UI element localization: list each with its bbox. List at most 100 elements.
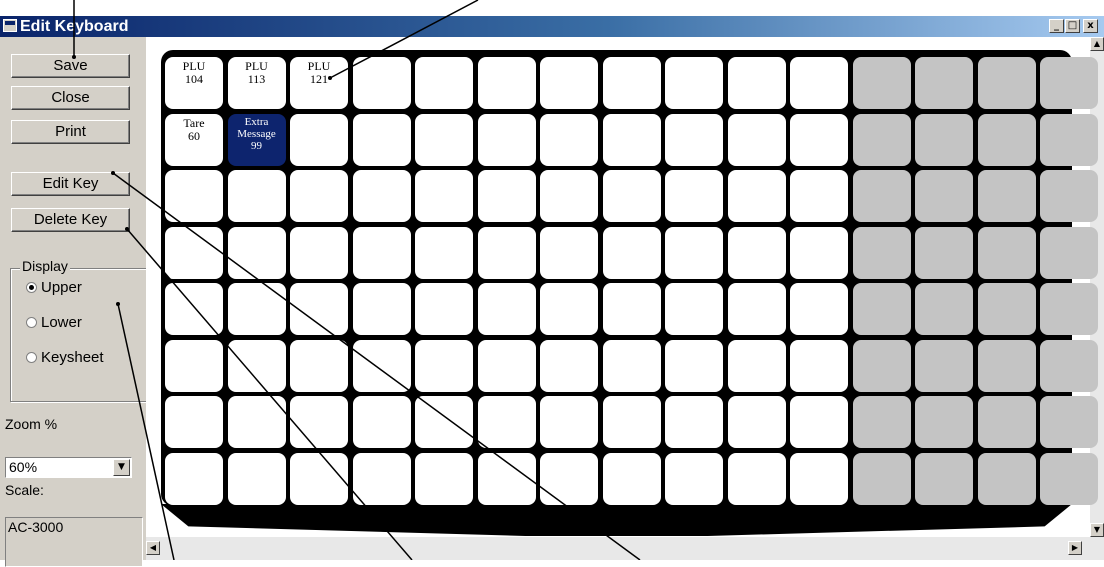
keyboard-key[interactable] — [977, 339, 1036, 392]
zoom-select[interactable]: 60% ▼ — [5, 457, 132, 478]
keyboard-key[interactable] — [665, 226, 723, 279]
keyboard-key[interactable] — [227, 283, 286, 335]
keyboard-key[interactable] — [227, 396, 286, 448]
keyboard-key[interactable] — [165, 396, 223, 448]
keyboard-key[interactable] — [602, 283, 661, 335]
radio-keysheet-indicator[interactable] — [26, 352, 37, 363]
radio-keysheet[interactable]: Keysheet — [26, 349, 104, 367]
keyboard-key[interactable] — [665, 452, 723, 505]
keyboard-key[interactable] — [602, 339, 661, 392]
keyboard-key[interactable] — [165, 339, 223, 392]
keyboard-key[interactable] — [790, 339, 848, 392]
keyboard-key[interactable] — [727, 113, 786, 166]
keyboard-key[interactable] — [852, 57, 911, 109]
delete-key-button[interactable]: Delete Key — [11, 208, 130, 232]
keyboard-key[interactable] — [665, 57, 723, 109]
scroll-left-icon[interactable]: ◀ — [146, 541, 160, 555]
keyboard-key[interactable] — [790, 396, 848, 448]
keyboard-key[interactable] — [1040, 452, 1098, 505]
keyboard-key[interactable] — [227, 339, 286, 392]
keyboard-key[interactable] — [415, 57, 473, 109]
keyboard-key[interactable] — [477, 170, 536, 222]
keyboard-key[interactable] — [1040, 113, 1098, 166]
keyboard-key[interactable] — [352, 226, 411, 279]
keyboard-key[interactable] — [727, 57, 786, 109]
keyboard-key[interactable] — [290, 452, 348, 505]
keyboard-key[interactable] — [915, 396, 973, 448]
close-window-button[interactable]: x — [1083, 19, 1098, 33]
keyboard-key[interactable]: PLU 104 — [165, 57, 223, 109]
keyboard-key[interactable] — [602, 170, 661, 222]
keyboard-key[interactable] — [540, 170, 598, 222]
keyboard-key[interactable] — [290, 113, 348, 166]
keyboard-key[interactable]: PLU 121 — [290, 57, 348, 109]
keyboard-key[interactable] — [352, 452, 411, 505]
keyboard-key[interactable] — [477, 57, 536, 109]
minimize-button[interactable]: _ — [1049, 19, 1064, 33]
keyboard-key[interactable] — [790, 57, 848, 109]
keyboard-key[interactable] — [665, 170, 723, 222]
keyboard-key[interactable] — [165, 283, 223, 335]
keyboard-key[interactable] — [790, 170, 848, 222]
keyboard-key[interactable] — [977, 283, 1036, 335]
keyboard-key[interactable] — [852, 170, 911, 222]
keyboard-key[interactable] — [1040, 339, 1098, 392]
keyboard-key[interactable] — [852, 226, 911, 279]
keyboard-key[interactable] — [227, 170, 286, 222]
keyboard-key[interactable] — [790, 452, 848, 505]
keyboard-key[interactable] — [852, 396, 911, 448]
keyboard-key[interactable] — [227, 452, 286, 505]
keyboard-key[interactable] — [727, 283, 786, 335]
keyboard-key[interactable] — [1040, 396, 1098, 448]
edit-key-button[interactable]: Edit Key — [11, 172, 130, 196]
keyboard-key[interactable] — [602, 226, 661, 279]
keyboard-key[interactable] — [290, 339, 348, 392]
keyboard-key[interactable] — [977, 452, 1036, 505]
keyboard-key[interactable] — [540, 57, 598, 109]
keyboard-key[interactable] — [1040, 57, 1098, 109]
scroll-up-icon[interactable]: ▲ — [1090, 37, 1104, 51]
keyboard-key[interactable] — [727, 226, 786, 279]
keyboard-key[interactable] — [1040, 283, 1098, 335]
keyboard-key[interactable] — [727, 396, 786, 448]
keyboard-key[interactable] — [915, 113, 973, 166]
keyboard-key[interactable] — [977, 113, 1036, 166]
keyboard-key[interactable]: Extra Message 99 — [227, 113, 286, 166]
keyboard-key[interactable] — [352, 396, 411, 448]
keyboard-key[interactable] — [352, 170, 411, 222]
print-button[interactable]: Print — [11, 120, 130, 144]
keyboard-key[interactable] — [1040, 170, 1098, 222]
keyboard-key[interactable] — [790, 113, 848, 166]
keyboard-key[interactable] — [415, 339, 473, 392]
keyboard-key[interactable] — [290, 283, 348, 335]
keyboard-key[interactable] — [290, 396, 348, 448]
title-bar[interactable]: Edit Keyboard _ □ x — [0, 16, 1104, 37]
keyboard-key[interactable] — [977, 170, 1036, 222]
radio-upper-indicator[interactable] — [26, 282, 37, 293]
keyboard-key[interactable] — [540, 283, 598, 335]
keyboard-key[interactable] — [540, 396, 598, 448]
keyboard-key[interactable] — [977, 396, 1036, 448]
keyboard-key[interactable] — [477, 396, 536, 448]
keyboard-key[interactable] — [852, 452, 911, 505]
maximize-button[interactable]: □ — [1065, 19, 1080, 33]
keyboard-key[interactable] — [477, 283, 536, 335]
keyboard-key[interactable] — [540, 113, 598, 166]
keyboard-key[interactable] — [977, 226, 1036, 279]
keyboard-key[interactable] — [790, 226, 848, 279]
save-button[interactable]: Save — [11, 54, 130, 78]
keyboard-key[interactable] — [540, 226, 598, 279]
keyboard-key[interactable] — [665, 113, 723, 166]
keyboard-key[interactable] — [415, 396, 473, 448]
keyboard-key[interactable] — [602, 113, 661, 166]
keyboard-key[interactable]: PLU 113 — [227, 57, 286, 109]
keyboard-key[interactable] — [915, 226, 973, 279]
keyboard-key[interactable] — [602, 452, 661, 505]
keyboard-key[interactable] — [415, 452, 473, 505]
keyboard-key[interactable] — [352, 113, 411, 166]
keyboard-key[interactable] — [165, 226, 223, 279]
keyboard-key[interactable] — [227, 226, 286, 279]
keyboard-key[interactable] — [602, 396, 661, 448]
keyboard-key[interactable] — [727, 170, 786, 222]
keyboard-key[interactable] — [852, 113, 911, 166]
